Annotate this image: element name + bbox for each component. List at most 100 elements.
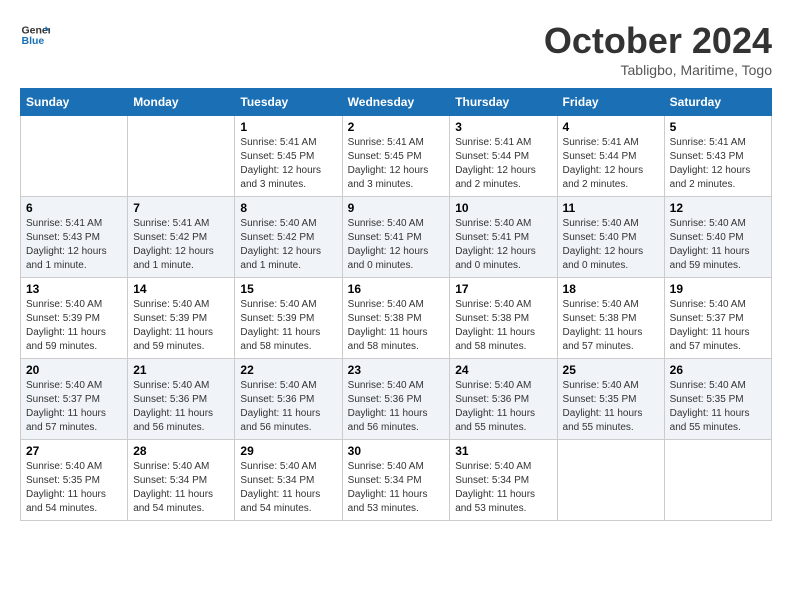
column-header-sunday: Sunday (21, 89, 128, 116)
calendar-cell: 20Sunrise: 5:40 AMSunset: 5:37 PMDayligh… (21, 359, 128, 440)
day-info: Sunrise: 5:40 AMSunset: 5:39 PMDaylight:… (26, 298, 122, 354)
day-number: 4 (563, 120, 659, 134)
calendar-cell: 10 Sunrise: 5:40 AMSunset: 5:41 PMDayligh… (450, 197, 557, 278)
calendar-week-row: 27 Sunrise: 5:40 AMSunset: 5:35 PMDayligh… (21, 440, 772, 521)
calendar-cell: 25Sunrise: 5:40 AMSunset: 5:35 PMDayligh… (557, 359, 664, 440)
calendar-cell: 5Sunrise: 5:41 AMSunset: 5:43 PMDaylight… (664, 116, 771, 197)
calendar-cell: 3 Sunrise: 5:41 AMSunset: 5:44 PMDaylight… (450, 116, 557, 197)
page-header: General Blue October 2024 Tabligbo, Mari… (20, 20, 772, 78)
day-number: 27 (26, 444, 122, 458)
day-number: 7 (133, 201, 229, 215)
day-info: Sunrise: 5:41 AMSunset: 5:42 PMDaylight:… (133, 217, 229, 273)
day-number: 16 (348, 282, 445, 296)
calendar-cell: 8 Sunrise: 5:40 AMSunset: 5:42 PMDaylight… (235, 197, 342, 278)
calendar-week-row: 6 Sunrise: 5:41 AMSunset: 5:43 PMDaylight… (21, 197, 772, 278)
day-number: 19 (670, 282, 766, 296)
day-number: 12 (670, 201, 766, 215)
day-info: Sunrise: 5:41 AMSunset: 5:44 PMDaylight:… (455, 136, 551, 192)
day-number: 18 (563, 282, 659, 296)
svg-text:Blue: Blue (22, 35, 45, 47)
day-number: 1 (240, 120, 336, 134)
day-info: Sunrise: 5:41 AMSunset: 5:43 PMDaylight:… (26, 217, 122, 273)
day-info: Sunrise: 5:40 AMSunset: 5:34 PMDaylight:… (240, 460, 336, 516)
calendar-cell: 21 Sunrise: 5:40 AMSunset: 5:36 PMDayligh… (128, 359, 235, 440)
day-info: Sunrise: 5:40 AMSunset: 5:40 PMDaylight:… (670, 217, 766, 273)
day-info: Sunrise: 5:40 AMSunset: 5:35 PMDaylight:… (563, 379, 659, 435)
day-number: 24 (455, 363, 551, 377)
calendar-cell: 22 Sunrise: 5:40 AMSunset: 5:36 PMDayligh… (235, 359, 342, 440)
day-number: 2 (348, 120, 445, 134)
day-number: 11 (563, 201, 659, 215)
calendar-cell: 26 Sunrise: 5:40 AMSunset: 5:35 PMDayligh… (664, 359, 771, 440)
title-section: October 2024 Tabligbo, Maritime, Togo (544, 20, 772, 78)
calendar-cell: 19 Sunrise: 5:40 AMSunset: 5:37 PMDayligh… (664, 278, 771, 359)
day-number: 22 (240, 363, 336, 377)
calendar-cell: 24Sunrise: 5:40 AMSunset: 5:36 PMDayligh… (450, 359, 557, 440)
calendar-cell: 1 Sunrise: 5:41 AMSunset: 5:45 PMDaylight… (235, 116, 342, 197)
day-number: 6 (26, 201, 122, 215)
calendar-cell: 9Sunrise: 5:40 AMSunset: 5:41 PMDaylight… (342, 197, 450, 278)
calendar-cell: 30Sunrise: 5:40 AMSunset: 5:34 PMDayligh… (342, 440, 450, 521)
location-subtitle: Tabligbo, Maritime, Togo (544, 62, 772, 78)
logo: General Blue (20, 20, 50, 50)
day-info: Sunrise: 5:40 AMSunset: 5:38 PMDaylight:… (455, 298, 551, 354)
day-number: 15 (240, 282, 336, 296)
calendar-cell: 27 Sunrise: 5:40 AMSunset: 5:35 PMDayligh… (21, 440, 128, 521)
calendar-cell: 23Sunrise: 5:40 AMSunset: 5:36 PMDayligh… (342, 359, 450, 440)
calendar-cell: 6 Sunrise: 5:41 AMSunset: 5:43 PMDaylight… (21, 197, 128, 278)
day-info: Sunrise: 5:40 AMSunset: 5:34 PMDaylight:… (348, 460, 445, 516)
calendar-cell: 12 Sunrise: 5:40 AMSunset: 5:40 PMDayligh… (664, 197, 771, 278)
calendar-cell: 31 Sunrise: 5:40 AMSunset: 5:34 PMDayligh… (450, 440, 557, 521)
column-header-thursday: Thursday (450, 89, 557, 116)
day-info: Sunrise: 5:40 AMSunset: 5:40 PMDaylight:… (563, 217, 659, 273)
calendar-cell: 11 Sunrise: 5:40 AMSunset: 5:40 PMDayligh… (557, 197, 664, 278)
day-info: Sunrise: 5:40 AMSunset: 5:39 PMDaylight:… (133, 298, 229, 354)
day-info: Sunrise: 5:40 AMSunset: 5:42 PMDaylight:… (240, 217, 336, 273)
day-info: Sunrise: 5:40 AMSunset: 5:41 PMDaylight:… (455, 217, 551, 273)
day-info: Sunrise: 5:41 AMSunset: 5:45 PMDaylight:… (240, 136, 336, 192)
day-info: Sunrise: 5:40 AMSunset: 5:37 PMDaylight:… (26, 379, 122, 435)
column-header-monday: Monday (128, 89, 235, 116)
day-number: 10 (455, 201, 551, 215)
column-header-wednesday: Wednesday (342, 89, 450, 116)
calendar-cell: 29Sunrise: 5:40 AMSunset: 5:34 PMDayligh… (235, 440, 342, 521)
calendar-header-row: SundayMondayTuesdayWednesdayThursdayFrid… (21, 89, 772, 116)
day-number: 17 (455, 282, 551, 296)
calendar-week-row: 13 Sunrise: 5:40 AMSunset: 5:39 PMDayligh… (21, 278, 772, 359)
day-info: Sunrise: 5:41 AMSunset: 5:43 PMDaylight:… (670, 136, 766, 192)
calendar-cell: 28 Sunrise: 5:40 AMSunset: 5:34 PMDayligh… (128, 440, 235, 521)
calendar-cell: 7 Sunrise: 5:41 AMSunset: 5:42 PMDaylight… (128, 197, 235, 278)
day-info: Sunrise: 5:40 AMSunset: 5:35 PMDaylight:… (670, 379, 766, 435)
calendar-cell: 2 Sunrise: 5:41 AMSunset: 5:45 PMDaylight… (342, 116, 450, 197)
day-number: 21 (133, 363, 229, 377)
day-number: 8 (240, 201, 336, 215)
column-header-friday: Friday (557, 89, 664, 116)
day-number: 13 (26, 282, 122, 296)
column-header-tuesday: Tuesday (235, 89, 342, 116)
day-info: Sunrise: 5:40 AMSunset: 5:38 PMDaylight:… (348, 298, 445, 354)
day-number: 9 (348, 201, 445, 215)
calendar-cell (664, 440, 771, 521)
day-info: Sunrise: 5:41 AMSunset: 5:45 PMDaylight:… (348, 136, 445, 192)
day-info: Sunrise: 5:41 AMSunset: 5:44 PMDaylight:… (563, 136, 659, 192)
calendar-table: SundayMondayTuesdayWednesdayThursdayFrid… (20, 88, 772, 521)
day-info: Sunrise: 5:40 AMSunset: 5:36 PMDaylight:… (133, 379, 229, 435)
day-info: Sunrise: 5:40 AMSunset: 5:37 PMDaylight:… (670, 298, 766, 354)
day-info: Sunrise: 5:40 AMSunset: 5:36 PMDaylight:… (348, 379, 445, 435)
day-info: Sunrise: 5:40 AMSunset: 5:35 PMDaylight:… (26, 460, 122, 516)
day-info: Sunrise: 5:40 AMSunset: 5:34 PMDaylight:… (455, 460, 551, 516)
day-info: Sunrise: 5:40 AMSunset: 5:36 PMDaylight:… (240, 379, 336, 435)
calendar-cell: 13 Sunrise: 5:40 AMSunset: 5:39 PMDayligh… (21, 278, 128, 359)
month-title: October 2024 (544, 20, 772, 62)
day-number: 3 (455, 120, 551, 134)
calendar-cell: 15 Sunrise: 5:40 AMSunset: 5:39 PMDayligh… (235, 278, 342, 359)
day-number: 31 (455, 444, 551, 458)
day-number: 14 (133, 282, 229, 296)
day-info: Sunrise: 5:40 AMSunset: 5:39 PMDaylight:… (240, 298, 336, 354)
day-info: Sunrise: 5:40 AMSunset: 5:34 PMDaylight:… (133, 460, 229, 516)
day-number: 28 (133, 444, 229, 458)
calendar-cell: 18Sunrise: 5:40 AMSunset: 5:38 PMDayligh… (557, 278, 664, 359)
day-number: 26 (670, 363, 766, 377)
calendar-cell: 14 Sunrise: 5:40 AMSunset: 5:39 PMDayligh… (128, 278, 235, 359)
calendar-week-row: 1 Sunrise: 5:41 AMSunset: 5:45 PMDaylight… (21, 116, 772, 197)
